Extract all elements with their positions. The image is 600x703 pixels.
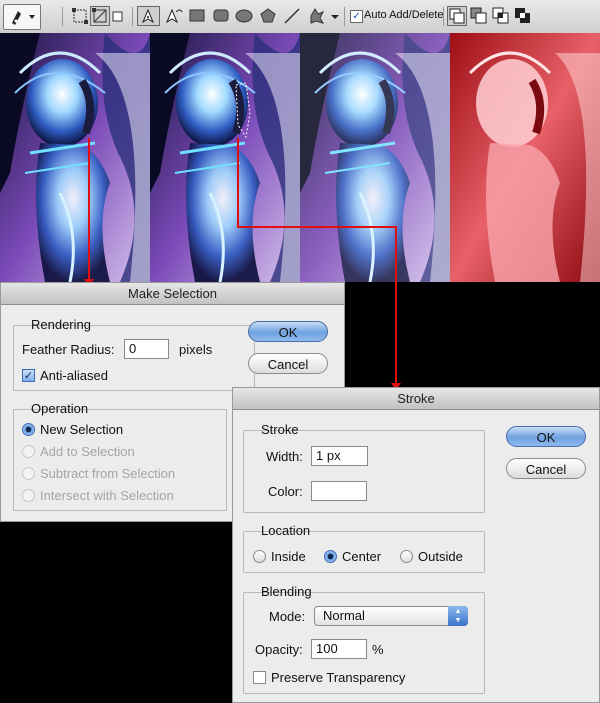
toolbar-separator xyxy=(132,7,133,26)
rendering-group-title: Rendering xyxy=(31,317,91,332)
artwork-panel-2 xyxy=(150,33,300,282)
feather-radius-input[interactable]: 0 xyxy=(124,339,169,359)
arrow-to-stroke-segment-2 xyxy=(237,226,397,228)
arrow-to-stroke-segment-1 xyxy=(237,138,239,228)
opacity-label: Opacity: xyxy=(255,642,303,657)
artwork-panel-4 xyxy=(450,33,600,282)
stroke-color-swatch[interactable] xyxy=(311,481,367,501)
location-inside-label: Inside xyxy=(271,549,306,564)
intersect-with-selection-radio[interactable] xyxy=(22,489,35,502)
intersect-path-area-icon[interactable] xyxy=(491,6,511,26)
location-outside-radio[interactable] xyxy=(400,550,413,563)
feather-unit-label: pixels xyxy=(179,342,213,357)
width-input[interactable]: 1 px xyxy=(311,446,368,466)
tool-preset-picker[interactable] xyxy=(3,4,41,30)
operation-group-title: Operation xyxy=(31,401,89,416)
subtract-from-selection-label: Subtract from Selection xyxy=(40,466,176,481)
location-inside-radio[interactable] xyxy=(253,550,266,563)
arrow-to-make-selection xyxy=(88,138,90,283)
options-toolbar: ✓ Auto Add/Delete xyxy=(0,0,600,34)
shape-options-arrow-icon[interactable] xyxy=(330,6,340,26)
preserve-transparency-checkbox[interactable] xyxy=(253,671,266,684)
rounded-rectangle-icon[interactable] xyxy=(211,6,231,26)
rectangle-tool-icon[interactable] xyxy=(187,6,207,26)
stroke-group-title: Stroke xyxy=(261,422,299,437)
new-selection-radio[interactable] xyxy=(22,423,35,436)
artwork-panels xyxy=(0,33,600,282)
freeform-pen-icon[interactable] xyxy=(162,6,184,26)
artwork-panel-3 xyxy=(300,33,450,282)
arrow-to-stroke-segment-3 xyxy=(395,226,397,386)
blend-mode-value: Normal xyxy=(323,608,365,623)
make-selection-ok-button[interactable]: OK xyxy=(248,321,328,342)
select-arrows-icon: ▲ ▼ xyxy=(448,606,468,626)
fill-pixels-icon[interactable] xyxy=(111,6,125,26)
location-center-radio[interactable] xyxy=(324,550,337,563)
opacity-unit-label: % xyxy=(372,642,384,657)
stroke-dialog: Stroke Stroke Width: 1 px Color: OK Canc… xyxy=(232,387,600,703)
paths-mode-icon[interactable] xyxy=(90,6,110,26)
make-selection-titlebar: Make Selection xyxy=(1,283,344,305)
intersect-with-selection-label: Intersect with Selection xyxy=(40,488,174,503)
width-label: Width: xyxy=(266,449,303,464)
auto-add-delete-label: Auto Add/Delete xyxy=(364,9,444,21)
add-to-path-area-icon[interactable] xyxy=(447,6,467,26)
pen-tool-icon[interactable] xyxy=(137,6,160,26)
blend-mode-select[interactable]: Normal ▲ ▼ xyxy=(314,606,468,626)
add-to-selection-label: Add to Selection xyxy=(40,444,135,459)
stroke-cancel-button[interactable]: Cancel xyxy=(506,458,586,479)
ellipse-tool-icon[interactable] xyxy=(234,6,254,26)
stroke-titlebar: Stroke xyxy=(233,388,599,410)
exclude-overlap-icon[interactable] xyxy=(513,6,533,26)
auto-add-delete-checkbox[interactable]: ✓ xyxy=(350,10,363,23)
color-label: Color: xyxy=(268,484,303,499)
location-group-title: Location xyxy=(261,523,311,538)
make-selection-cancel-button[interactable]: Cancel xyxy=(248,353,328,374)
toolbar-separator xyxy=(62,7,63,26)
toolbar-separator xyxy=(443,7,444,26)
custom-shape-icon[interactable] xyxy=(305,6,329,26)
anti-aliased-checkbox[interactable]: ✓ xyxy=(22,369,35,382)
toolbar-separator xyxy=(344,7,345,26)
polygon-tool-icon[interactable] xyxy=(258,6,278,26)
subtract-path-area-icon[interactable] xyxy=(469,6,489,26)
artwork-strip xyxy=(0,33,600,282)
opacity-input[interactable]: 100 xyxy=(311,639,367,659)
subtract-from-selection-radio[interactable] xyxy=(22,467,35,480)
feather-radius-label: Feather Radius: xyxy=(22,342,115,357)
new-selection-label: New Selection xyxy=(40,422,124,437)
shape-layers-icon[interactable] xyxy=(70,6,90,26)
mode-label: Mode: xyxy=(269,609,306,624)
stroke-ok-button[interactable]: OK xyxy=(506,426,586,447)
add-to-selection-radio[interactable] xyxy=(22,445,35,458)
blending-group-title: Blending xyxy=(261,584,312,599)
anti-aliased-label: Anti-aliased xyxy=(40,368,108,383)
artwork-panel-1 xyxy=(0,33,150,282)
location-outside-label: Outside xyxy=(418,549,463,564)
line-tool-icon[interactable] xyxy=(282,6,302,26)
preserve-transparency-label: Preserve Transparency xyxy=(271,670,406,685)
location-center-label: Center xyxy=(342,549,382,564)
